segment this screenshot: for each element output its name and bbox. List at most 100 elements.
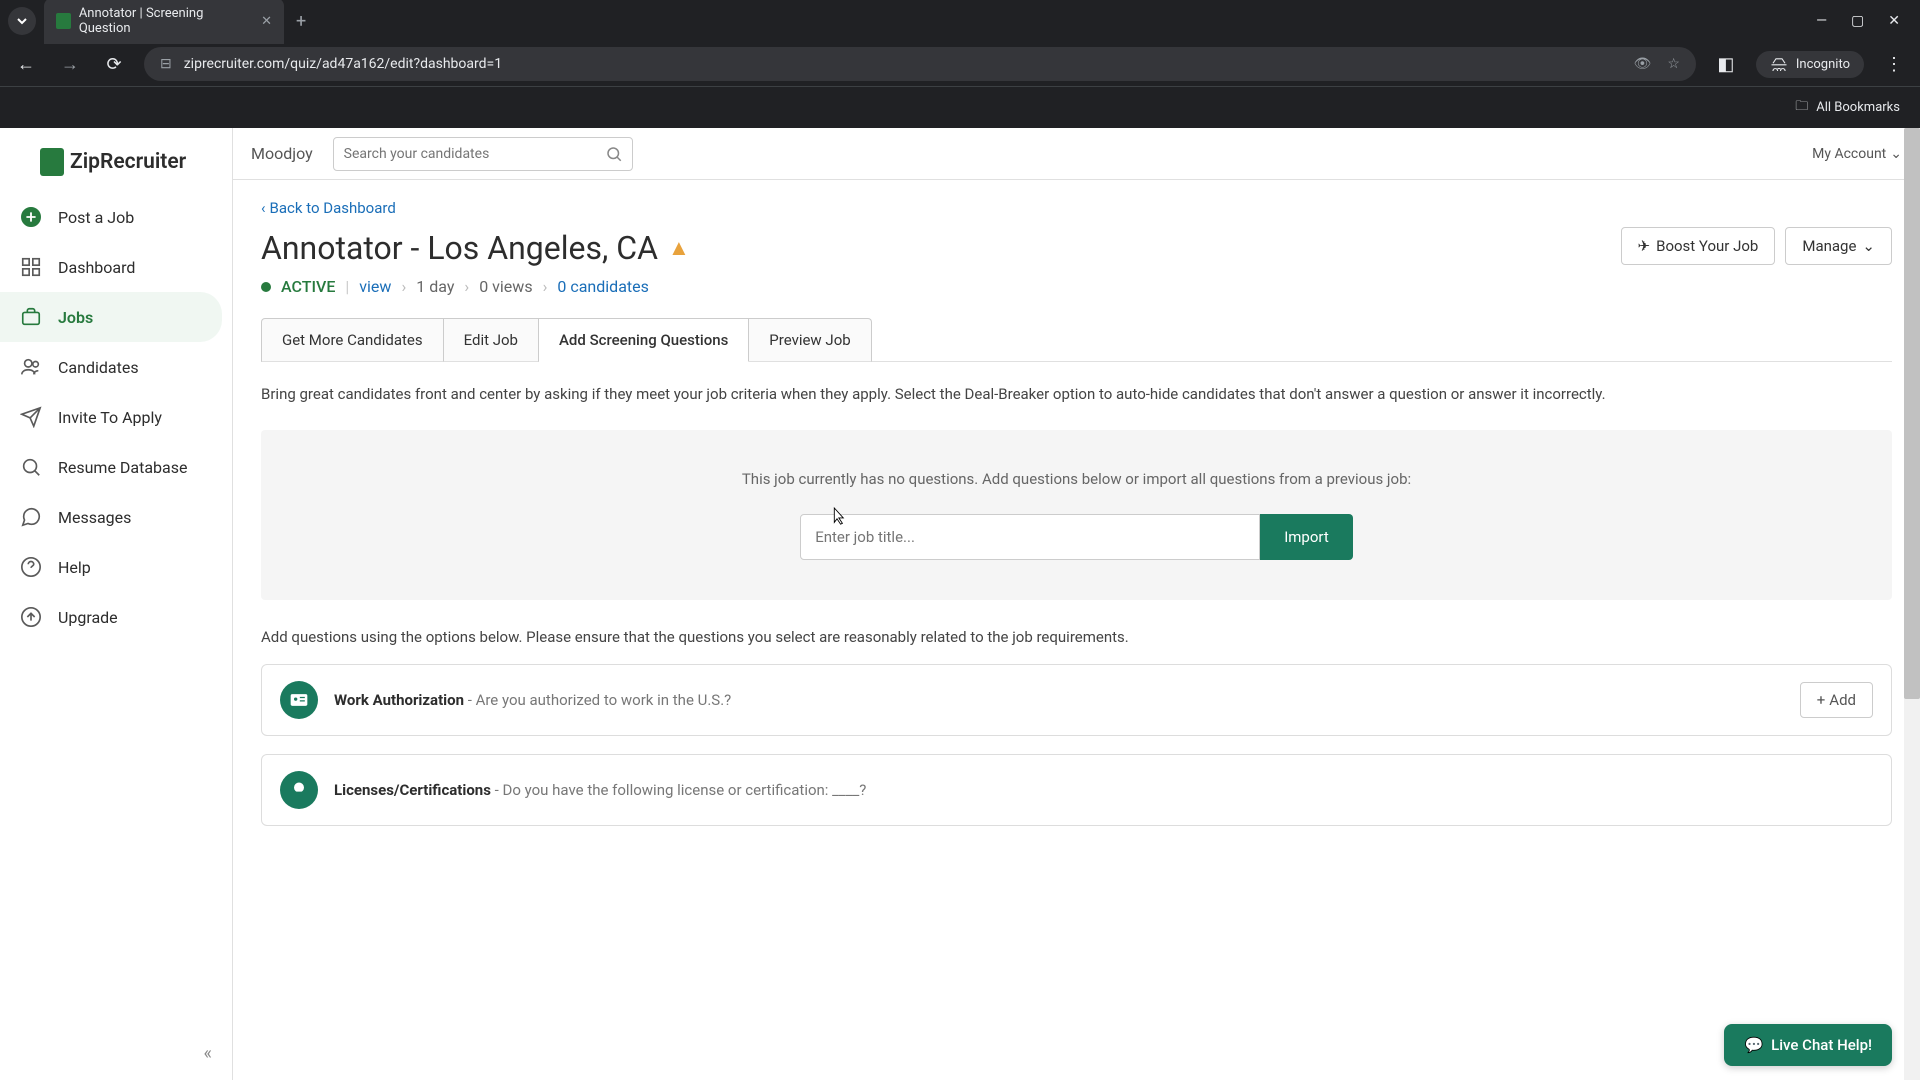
- topbar: Moodjoy My Account ⌄: [233, 128, 1920, 180]
- boost-job-button[interactable]: ✈ Boost Your Job: [1621, 227, 1776, 265]
- send-icon: [20, 406, 42, 428]
- all-bookmarks-button[interactable]: 🗀 All Bookmarks: [1795, 97, 1900, 119]
- sidebar-item-messages[interactable]: Messages: [0, 492, 222, 542]
- sidebar-item-jobs[interactable]: Jobs: [0, 292, 222, 342]
- tab-get-more-candidates[interactable]: Get More Candidates: [261, 318, 444, 362]
- sidebar-item-label: Messages: [58, 508, 131, 527]
- side-panel-button[interactable]: ◧: [1712, 54, 1740, 75]
- candidates-link[interactable]: 0 candidates: [557, 277, 649, 296]
- sidebar-item-help[interactable]: Help: [0, 542, 222, 592]
- sidebar-item-label: Jobs: [58, 308, 93, 327]
- back-label: Back to Dashboard: [270, 199, 396, 217]
- scrollbar[interactable]: [1904, 128, 1920, 1080]
- rocket-icon: ✈: [1638, 237, 1651, 255]
- search-icon[interactable]: [605, 145, 623, 167]
- briefcase-icon: [20, 306, 42, 328]
- job-views: 0 views: [479, 277, 532, 296]
- window-controls: — ▢ ✕: [1816, 13, 1912, 29]
- header-actions: ✈ Boost Your Job Manage ⌄: [1621, 227, 1892, 265]
- site-info-icon[interactable]: ⊟: [160, 56, 172, 72]
- sidebar-item-resume-database[interactable]: Resume Database: [0, 442, 222, 492]
- incognito-label: Incognito: [1796, 57, 1850, 72]
- url-text: ziprecruiter.com/quiz/ad47a162/edit?dash…: [184, 56, 502, 72]
- add-question-button[interactable]: + Add: [1800, 682, 1873, 718]
- plus-circle-icon: [20, 206, 42, 228]
- question-text: Licenses/Certifications - Do you have th…: [334, 781, 1873, 799]
- sidebar-item-label: Invite To Apply: [58, 408, 162, 427]
- folder-icon: 🗀: [1795, 97, 1808, 119]
- tab-edit-job[interactable]: Edit Job: [444, 318, 539, 362]
- sidebar: ZipRecruiter Post a Job Dashboard Jobs C…: [0, 128, 233, 1080]
- page-content: ‹ Back to Dashboard Annotator - Los Ange…: [233, 180, 1920, 844]
- import-button[interactable]: Import: [1260, 514, 1353, 560]
- scrollbar-thumb[interactable]: [1904, 128, 1920, 699]
- live-chat-button[interactable]: 💬 Live Chat Help!: [1724, 1024, 1892, 1066]
- incognito-badge[interactable]: Incognito: [1756, 51, 1864, 78]
- tab-search-dropdown[interactable]: [8, 7, 36, 35]
- browser-chrome: Annotator | Screening Question ✕ + — ▢ ✕…: [0, 0, 1920, 128]
- title-text: Annotator - Los Angeles, CA: [261, 229, 658, 267]
- tab-preview-job[interactable]: Preview Job: [749, 318, 871, 362]
- chat-label: Live Chat Help!: [1771, 1036, 1872, 1054]
- import-job-title-input[interactable]: [800, 514, 1260, 560]
- back-to-dashboard-link[interactable]: ‹ Back to Dashboard: [261, 199, 396, 217]
- close-window-button[interactable]: ✕: [1888, 13, 1900, 29]
- manage-button[interactable]: Manage ⌄: [1785, 227, 1892, 265]
- forward-button[interactable]: →: [56, 54, 84, 75]
- chat-icon: 💬: [1744, 1036, 1763, 1054]
- intro-text: Bring great candidates front and center …: [261, 382, 1892, 406]
- warning-icon[interactable]: ▲: [668, 235, 690, 261]
- status-label: ACTIVE: [281, 277, 335, 296]
- users-icon: [20, 356, 42, 378]
- logo-text: ZipRecruiter: [70, 150, 186, 174]
- bookmark-star-icon[interactable]: ☆: [1667, 56, 1680, 72]
- sidebar-item-upgrade[interactable]: Upgrade: [0, 592, 222, 642]
- import-row: Import: [281, 514, 1872, 560]
- import-panel: This job currently has no questions. Add…: [261, 430, 1892, 600]
- browser-tab[interactable]: Annotator | Screening Question ✕: [44, 0, 284, 44]
- workspace-name[interactable]: Moodjoy: [251, 144, 313, 163]
- tracking-off-icon[interactable]: 👁: [1634, 56, 1652, 72]
- maximize-button[interactable]: ▢: [1851, 13, 1864, 29]
- close-tab-icon[interactable]: ✕: [261, 14, 272, 29]
- search-input[interactable]: [333, 137, 633, 171]
- message-icon: [20, 506, 42, 528]
- sidebar-item-label: Help: [58, 558, 91, 577]
- sidebar-item-invite[interactable]: Invite To Apply: [0, 392, 222, 442]
- incognito-icon: [1770, 57, 1788, 71]
- grid-icon: [20, 256, 42, 278]
- sidebar-collapse-button[interactable]: «: [0, 1027, 232, 1080]
- tab-add-screening-questions[interactable]: Add Screening Questions: [539, 318, 749, 362]
- back-button[interactable]: ←: [12, 54, 40, 75]
- plus-icon: +: [1817, 691, 1826, 709]
- boost-label: Boost Your Job: [1656, 237, 1758, 255]
- sidebar-item-dashboard[interactable]: Dashboard: [0, 242, 222, 292]
- tab-bar: Annotator | Screening Question ✕ + — ▢ ✕: [0, 0, 1920, 42]
- sidebar-item-label: Dashboard: [58, 258, 135, 277]
- new-tab-button[interactable]: +: [296, 11, 306, 32]
- view-link[interactable]: view: [359, 277, 391, 296]
- candidate-search: [333, 137, 633, 171]
- minimize-button[interactable]: —: [1816, 13, 1827, 29]
- chevron-down-icon: ⌄: [1862, 237, 1875, 255]
- reload-button[interactable]: ⟳: [100, 54, 128, 75]
- account-menu[interactable]: My Account ⌄: [1812, 146, 1902, 162]
- chevron-right-icon: ›: [401, 277, 406, 296]
- separator: |: [345, 277, 349, 296]
- tab-title: Annotator | Screening Question: [79, 6, 245, 36]
- chevron-right-icon: ›: [543, 277, 548, 296]
- sidebar-item-post-job[interactable]: Post a Job: [0, 192, 222, 242]
- tabs: Get More Candidates Edit Job Add Screeni…: [261, 318, 1892, 362]
- header-row: Annotator - Los Angeles, CA ▲ ACTIVE | v…: [261, 217, 1892, 296]
- upgrade-icon: [20, 606, 42, 628]
- sidebar-item-candidates[interactable]: Candidates: [0, 342, 222, 392]
- browser-menu-button[interactable]: ⋮: [1880, 54, 1908, 75]
- nav-bar: ← → ⟳ ⊟ ziprecruiter.com/quiz/ad47a162/e…: [0, 42, 1920, 86]
- logo[interactable]: ZipRecruiter: [0, 140, 232, 192]
- question-card-licenses: Licenses/Certifications - Do you have th…: [261, 754, 1892, 826]
- chevron-down-icon: [16, 15, 28, 27]
- question-title: Licenses/Certifications: [334, 781, 491, 799]
- url-bar[interactable]: ⊟ ziprecruiter.com/quiz/ad47a162/edit?da…: [144, 47, 1696, 81]
- add-label: Add: [1829, 691, 1856, 709]
- sidebar-item-label: Upgrade: [58, 608, 118, 627]
